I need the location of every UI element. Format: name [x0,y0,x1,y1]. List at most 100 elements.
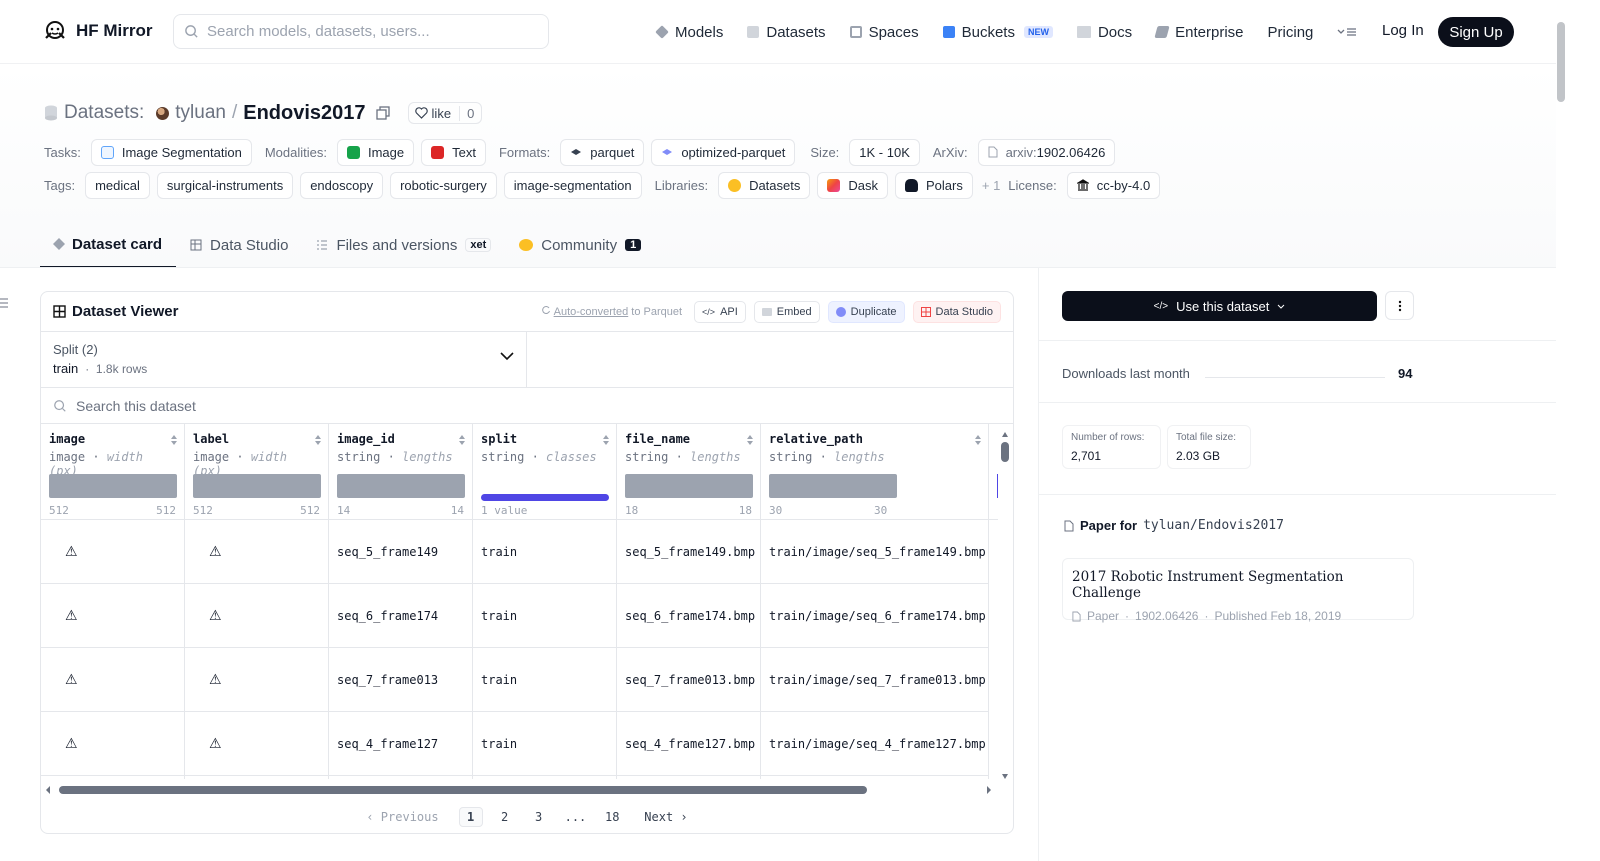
signup-button[interactable]: Sign Up [1438,17,1514,47]
table-cell[interactable]: train [473,520,617,584]
nav-pricing[interactable]: Pricing [1268,24,1314,41]
histogram-bar [49,474,177,498]
table-cell[interactable]: seq_4_frame127.bmp [617,712,761,776]
table-cell[interactable]: ⚠ [41,648,185,712]
nav-more-menu[interactable] [1337,26,1357,38]
duplicate-button[interactable]: Duplicate [827,300,905,323]
enterprise-icon [1154,26,1170,38]
table-cell[interactable]: ⚠ [185,712,329,776]
page-scrollbar[interactable] [1556,0,1568,861]
license-chip[interactable]: cc-by-4.0 [1066,171,1161,199]
tag-chip[interactable]: surgical-instruments [156,171,294,199]
login-link[interactable]: Log In [1382,22,1424,39]
embed-button[interactable]: Embed [753,300,820,323]
column-header[interactable]: image image · width (px) 512 512 [41,424,184,520]
paper-card[interactable]: 2017 Robotic Instrument Segmentation Cha… [1062,558,1414,623]
table-cell[interactable]: ⚠ [41,712,185,776]
data-studio-button[interactable]: Data Studio [912,300,1001,323]
nav-datasets[interactable]: Datasets [747,24,826,41]
table-cell[interactable]: ⚠ [185,584,329,648]
table-cell[interactable]: seq_6_frame174 [329,584,473,648]
table-cell[interactable]: seq_5_frame149.bmp [617,520,761,584]
table-cell[interactable]: train [473,712,617,776]
table-cell[interactable]: train [473,584,617,648]
table-cell[interactable]: train [473,648,617,712]
sort-icon[interactable] [314,434,322,446]
column-header[interactable]: label image · width (px) 512 512 [185,424,328,520]
table-cell[interactable]: train/image/seq_6_frame174.bmp [761,584,989,648]
format-parquet-chip[interactable]: parquet [560,138,645,166]
split-selector[interactable]: Split (2) train · 1.8k rows [41,332,527,387]
dataset-name-link[interactable]: Endovis2017 [243,102,365,125]
table-cell[interactable]: ⚠ [41,584,185,648]
table-cell[interactable]: train/image/seq_4_frame127.bmp [761,712,989,776]
table-cell[interactable]: seq_7_frame013 [329,648,473,712]
table-cell[interactable]: seq_7_frame013.bmp [617,648,761,712]
size-chip[interactable]: 1K - 10K [849,138,920,166]
tag-chip[interactable]: image-segmentation [503,171,642,199]
tab-files[interactable]: Files and versions xet [302,222,505,268]
table-cell[interactable]: seq_6_frame174.bmp [617,584,761,648]
library-polars-chip[interactable]: Polars [895,171,973,199]
auto-converted-link[interactable]: Auto-converted [554,306,629,318]
table-cell[interactable]: ⚠ [41,520,185,584]
tab-dataset-card[interactable]: Dataset card [40,222,177,268]
global-search-input[interactable] [207,23,527,40]
copy-icon[interactable] [375,106,390,120]
owner-link[interactable]: tyluan [175,102,226,124]
sort-icon[interactable] [458,434,466,446]
column-header[interactable]: relative_path string · lengths 30 30 [761,424,988,520]
dataset-search-input[interactable] [76,397,476,414]
arxiv-chip[interactable]: arxiv:1902.06426 [977,138,1116,166]
sort-icon[interactable] [746,434,754,446]
tab-data-studio[interactable]: Data Studio [176,222,302,268]
nav-buckets[interactable]: Buckets NEW [942,24,1053,41]
column-header[interactable]: file_name string · lengths 18 18 [617,424,760,520]
table-cell[interactable]: ⚠ [185,648,329,712]
column-header[interactable]: image_id string · lengths 14 14 [329,424,472,520]
nav-models[interactable]: Models [655,24,723,41]
library-datasets-chip[interactable]: Datasets [718,171,811,199]
modality-image-chip[interactable]: Image [336,138,415,166]
prev-page-button[interactable]: ‹ Previous [352,810,452,824]
dataset-viewer: Dataset Viewer Auto-converted to Parquet… [40,291,1014,834]
column-header[interactable]: split string · classes 1 value [473,424,616,520]
page-button[interactable]: 18 [600,807,624,827]
table-cell[interactable]: ⚠ [185,520,329,584]
library-dask-chip[interactable]: Dask [817,171,888,199]
libraries-more[interactable]: + 1 [982,178,1000,193]
nav-spaces[interactable]: Spaces [849,24,919,41]
format-optimized-chip[interactable]: optimized-parquet [651,138,796,166]
modality-text-chip[interactable]: Text [421,138,486,166]
more-options-button[interactable] [1385,291,1414,320]
use-dataset-button[interactable]: </> Use this dataset [1062,291,1377,321]
document-icon [1072,611,1081,621]
table-cell[interactable]: train/image/seq_5_frame149.bmp [761,520,989,584]
table-cell[interactable]: train/image/seq_7_frame013.bmp [761,648,989,712]
page-button[interactable]: 2 [493,807,517,827]
global-search[interactable] [173,14,549,49]
sort-icon[interactable] [974,434,982,446]
nav-docs[interactable]: Docs [1076,24,1132,41]
next-page-button[interactable]: Next › [630,810,701,824]
side-menu-icon[interactable] [0,298,8,308]
table-cell[interactable]: seq_4_frame127 [329,712,473,776]
sort-icon[interactable] [602,434,610,446]
task-chip[interactable]: Image Segmentation [90,138,252,166]
like-button[interactable]: like 0 [407,102,483,124]
tag-chip[interactable]: robotic-surgery [390,171,497,199]
page-button[interactable]: 3 [527,807,551,827]
page-scrollbar-thumb[interactable] [1557,22,1565,102]
tab-community[interactable]: Community 1 [505,222,655,268]
page-button[interactable]: 1 [458,807,483,827]
dataset-search[interactable] [41,388,1013,424]
sort-icon[interactable] [170,434,178,446]
brand-link[interactable]: HF Mirror [42,18,153,44]
tag-chip[interactable]: medical [85,171,150,199]
api-button[interactable]: </> API [694,300,746,323]
table-cell[interactable]: seq_5_frame149 [329,520,473,584]
vertical-scrollbar[interactable] [998,428,1012,783]
nav-enterprise[interactable]: Enterprise [1154,24,1244,41]
horizontal-scrollbar[interactable] [41,783,1013,797]
tag-chip[interactable]: endoscopy [300,171,384,199]
